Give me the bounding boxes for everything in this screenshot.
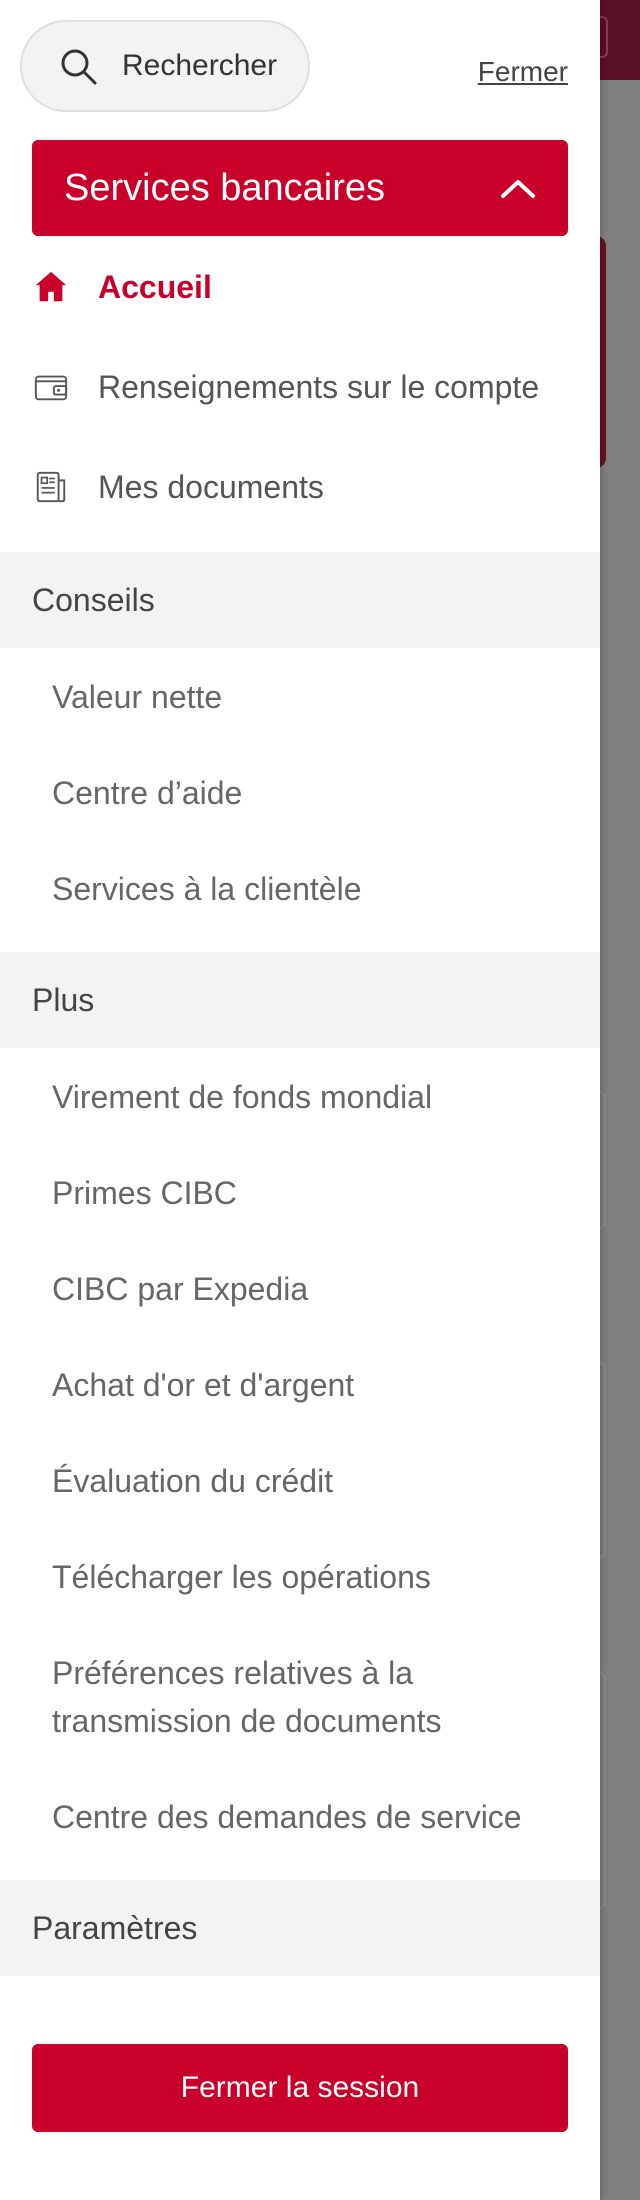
documents-icon [32, 468, 70, 506]
home-icon [32, 268, 70, 306]
chevron-up-icon [501, 180, 535, 198]
nav-item-label: Mes documents [98, 468, 324, 505]
banking-section-toggle[interactable]: Services bancaires [32, 140, 568, 236]
group-header-conseils[interactable]: Conseils [0, 552, 600, 648]
nav-item-accueil[interactable]: Accueil [32, 252, 212, 322]
group-header-plus[interactable]: Plus [0, 952, 600, 1048]
nav-item-documents[interactable]: Mes documents [32, 452, 324, 522]
nav-item-demandes-service[interactable]: Centre des demandes de service [52, 1793, 572, 1841]
nav-item-account-info[interactable]: Renseignements sur le compte [32, 352, 539, 422]
nav-item-label: Accueil [98, 268, 212, 305]
nav-item-valeur-nette[interactable]: Valeur nette [52, 673, 572, 721]
search-icon [61, 49, 97, 85]
nav-item-label: Renseignements sur le compte [98, 368, 540, 405]
nav-item-primes-cibc[interactable]: Primes CIBC [52, 1169, 572, 1217]
nav-item-centre-aide[interactable]: Centre d’aide [52, 769, 572, 817]
nav-item-cibc-expedia[interactable]: CIBC par Expedia [52, 1265, 572, 1313]
nav-item-virement-fonds[interactable]: Virement de fonds mondial [52, 1073, 572, 1121]
search-label: Rechercher [122, 49, 278, 82]
nav-item-services-clientele[interactable]: Services à la clientèle [52, 865, 572, 913]
wallet-icon [32, 368, 70, 406]
nav-item-achat-or[interactable]: Achat d'or et d'argent [52, 1361, 572, 1409]
logout-button[interactable]: Fermer la session [32, 2044, 568, 2132]
navigation-drawer: Rechercher Fermer Services bancaires Acc… [0, 0, 600, 2200]
banking-section-title: Services bancaires [64, 166, 386, 209]
group-header-parametres[interactable]: Paramètres [0, 1880, 600, 1976]
search-button[interactable]: Rechercher [20, 20, 310, 112]
nav-item-preferences-documents[interactable]: Préférences relatives à la transmission … [52, 1649, 512, 1745]
nav-item-telecharger-operations[interactable]: Télécharger les opérations [52, 1553, 572, 1601]
close-link[interactable]: Fermer [478, 56, 568, 88]
nav-item-evaluation-credit[interactable]: Évaluation du crédit [52, 1457, 572, 1505]
